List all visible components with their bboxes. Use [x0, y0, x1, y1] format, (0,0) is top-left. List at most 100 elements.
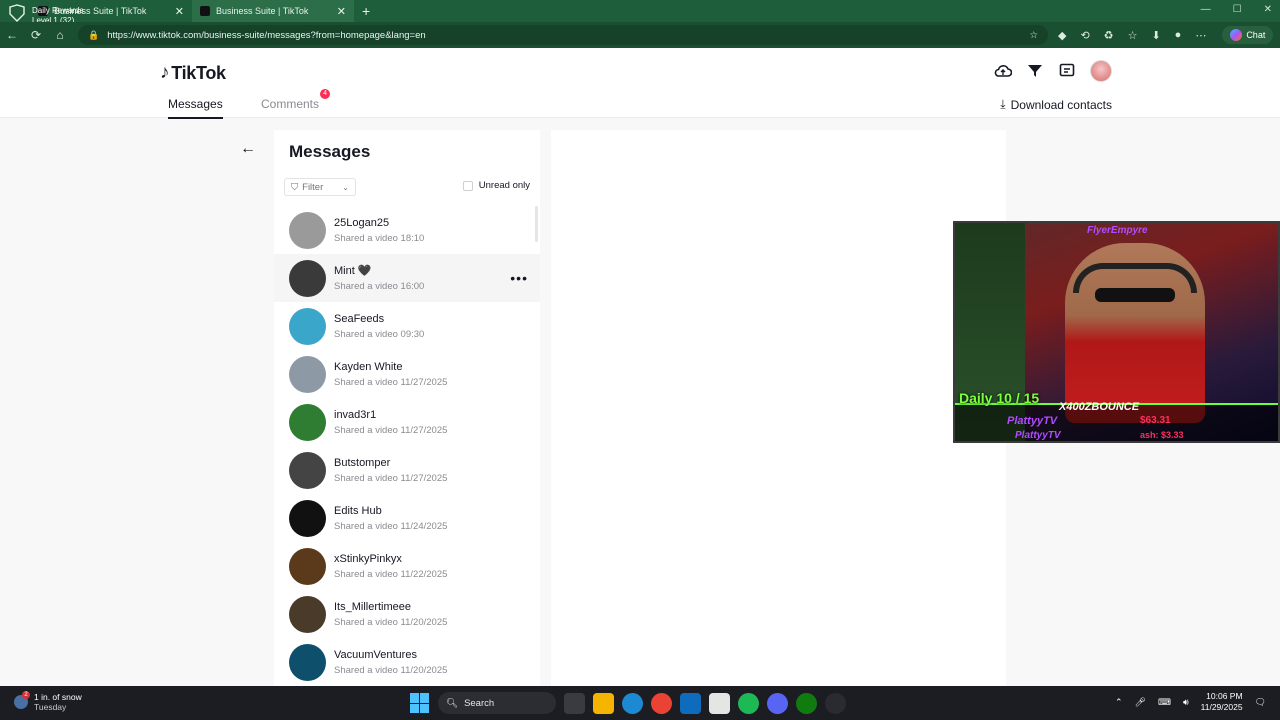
downloads-icon[interactable]: ⬇ [1151, 29, 1160, 42]
profile-icon[interactable]: ● [1175, 29, 1182, 41]
extension-icon[interactable]: ♻ [1104, 29, 1114, 42]
conversation-detail-panel [551, 130, 1006, 686]
weather-subtitle: Tuesday [34, 702, 67, 712]
overlay-money-1: $63.31 [1140, 415, 1171, 426]
weather-badge: 2 [22, 691, 30, 699]
outlook-icon[interactable] [680, 692, 701, 714]
inbox-message-icon[interactable] [1058, 62, 1076, 80]
extension-icon[interactable]: ◆ [1058, 29, 1066, 42]
chrome-icon[interactable] [651, 692, 672, 714]
edge-browser-icon[interactable] [622, 692, 643, 714]
task-view-icon[interactable] [564, 692, 585, 714]
url-text: https://www.tiktok.com/business-suite/me… [107, 29, 426, 41]
messages-title: Messages [289, 142, 371, 161]
clock[interactable]: 10:06 PM 11/29/2025 [1201, 691, 1243, 713]
download-icon: ⤓ [1000, 97, 1006, 111]
conversation-preview: Shared a video 11/20/2025 [334, 664, 448, 676]
conversation-item[interactable]: Butstomper Shared a video 11/27/2025 [274, 446, 540, 494]
conversation-item[interactable]: SeaFeeds Shared a video 09:30 [274, 302, 540, 350]
conversation-item[interactable]: Its_Millertimeee Shared a video 11/20/202… [274, 590, 540, 638]
file-explorer-icon[interactable] [593, 692, 614, 714]
conversation-name: Its_Millertimeee [334, 600, 412, 613]
user-avatar[interactable] [1090, 60, 1112, 82]
conversation-item[interactable]: Mint 🖤 Shared a video 16:00 ••• [274, 254, 540, 302]
taskbar-apps: 🔍︎ Search [410, 692, 846, 714]
page-header: ♪ TikTok Messages Comments 4 ⤓ Download … [0, 48, 1280, 119]
unread-only-toggle[interactable]: Unread only [462, 180, 530, 191]
chevron-up-icon[interactable]: ⌃ [1115, 697, 1123, 708]
conversation-item[interactable]: xStinkyPinkyx Shared a video 11/22/2025 [274, 542, 540, 590]
conversation-avatar [289, 403, 326, 441]
conversation-item[interactable]: invad3r1 Shared a video 11/27/2025 [274, 398, 540, 446]
favorites-icon[interactable]: ☆ [1128, 29, 1138, 42]
discord-icon[interactable] [767, 692, 788, 714]
tiktok-logo[interactable]: ♪ TikTok [160, 62, 226, 84]
obs-icon[interactable] [825, 692, 846, 714]
download-contacts-label: Download contacts [1010, 97, 1112, 112]
webcam-stream-overlay: FlyerEmpyre Daily 10 / 15 X400ZBOUNCE Pl… [953, 221, 1280, 443]
upload-cloud-icon[interactable] [994, 62, 1012, 80]
lock-icon[interactable]: 🔒 [88, 30, 99, 41]
url-field[interactable]: 🔒 https://www.tiktok.com/business-suite/… [78, 25, 1048, 45]
more-options-icon[interactable]: ••• [510, 270, 528, 286]
speaker-icon[interactable]: 🔊︎ [1183, 697, 1189, 708]
clock-time: 10:06 PM [1206, 691, 1243, 701]
overlay-top-name: FlyerEmpyre [1087, 225, 1148, 236]
favorite-star-icon[interactable]: ☆ [1029, 30, 1038, 41]
weather-widget[interactable]: 2 1 in. of snow Tuesday [14, 691, 82, 712]
maximize-icon[interactable]: ☐ [1233, 4, 1242, 15]
extension-icon[interactable]: ⟲ [1080, 29, 1089, 42]
windows-start-icon[interactable] [410, 693, 430, 713]
conversation-preview: Shared a video 11/27/2025 [334, 424, 448, 436]
conversation-avatar [289, 595, 326, 633]
header-icons [994, 60, 1112, 82]
minimize-icon[interactable]: — [1201, 4, 1211, 15]
conversation-item[interactable]: Edits Hub Shared a video 11/24/2025 [274, 494, 540, 542]
network-icon[interactable]: ⌨ [1158, 697, 1171, 708]
xbox-icon[interactable] [796, 692, 817, 714]
close-tab-icon[interactable]: ✕ [175, 5, 184, 18]
conversation-name: invad3r1 [334, 408, 377, 421]
spotify-icon[interactable] [738, 692, 759, 714]
back-icon[interactable]: ← [0, 28, 24, 42]
close-window-icon[interactable]: ✕ [1264, 4, 1272, 15]
browser-tab-2[interactable]: Business Suite | TikTok ✕ [192, 0, 354, 22]
system-tray: ⌃ 🎤︎ ⌨ 🔊︎ 10:06 PM 11/29/2025 🗨 [1115, 691, 1266, 713]
notifications-icon[interactable]: 🗨 [1255, 697, 1266, 708]
overlay-name-line-2: PlattyyTV [1015, 430, 1061, 441]
tab-messages[interactable]: Messages [168, 97, 223, 119]
close-tab-icon[interactable]: ✕ [337, 5, 346, 18]
overlay-big-name: X400ZBOUNCE [1059, 401, 1140, 413]
window-controls: — ☐ ✕ [1201, 4, 1272, 15]
filter-dropdown[interactable]: ⛉ Filter ⌄ [284, 178, 356, 196]
store-icon[interactable] [709, 692, 730, 714]
browser-menu-icon[interactable] [8, 4, 26, 22]
tab-comments[interactable]: Comments 4 [261, 89, 331, 111]
filter-label: Filter [302, 181, 324, 193]
conversation-name: SeaFeeds [334, 312, 385, 325]
conversation-avatar [289, 307, 326, 345]
taskbar-search[interactable]: 🔍︎ Search [438, 692, 556, 714]
download-contacts-button[interactable]: ⤓ Download contacts [1000, 97, 1112, 112]
more-icon[interactable]: ⋯ [1195, 29, 1206, 42]
new-tab-button[interactable]: + [362, 3, 370, 19]
conversation-avatar [289, 547, 326, 585]
unread-only-checkbox[interactable] [462, 180, 473, 191]
unread-only-label: Unread only [478, 180, 530, 191]
conversation-preview: Shared a video 11/20/2025 [334, 616, 448, 628]
conversation-name: 25Logan25 [334, 216, 390, 229]
conversation-item[interactable]: Kayden White Shared a video 11/27/2025 [274, 350, 540, 398]
copilot-chat-button[interactable]: Chat [1222, 26, 1274, 44]
microphone-icon[interactable]: 🎤︎ [1135, 697, 1146, 708]
clock-date: 11/29/2025 [1200, 702, 1243, 712]
copilot-icon [1230, 29, 1243, 41]
send-filter-icon[interactable] [1026, 62, 1044, 80]
back-arrow-icon[interactable]: ← [240, 140, 256, 158]
conversation-item[interactable]: VacuumVentures Shared a video 11/20/2025 [274, 638, 540, 686]
home-icon[interactable]: ⌂ [48, 28, 72, 42]
conversation-name: VacuumVentures [334, 648, 417, 661]
tab-messages-label: Messages [168, 97, 223, 111]
refresh-icon[interactable]: ⟳ [24, 28, 48, 42]
conversation-item[interactable]: 25Logan25 Shared a video 18:10 [274, 206, 540, 254]
chevron-down-icon: ⌄ [342, 182, 349, 192]
